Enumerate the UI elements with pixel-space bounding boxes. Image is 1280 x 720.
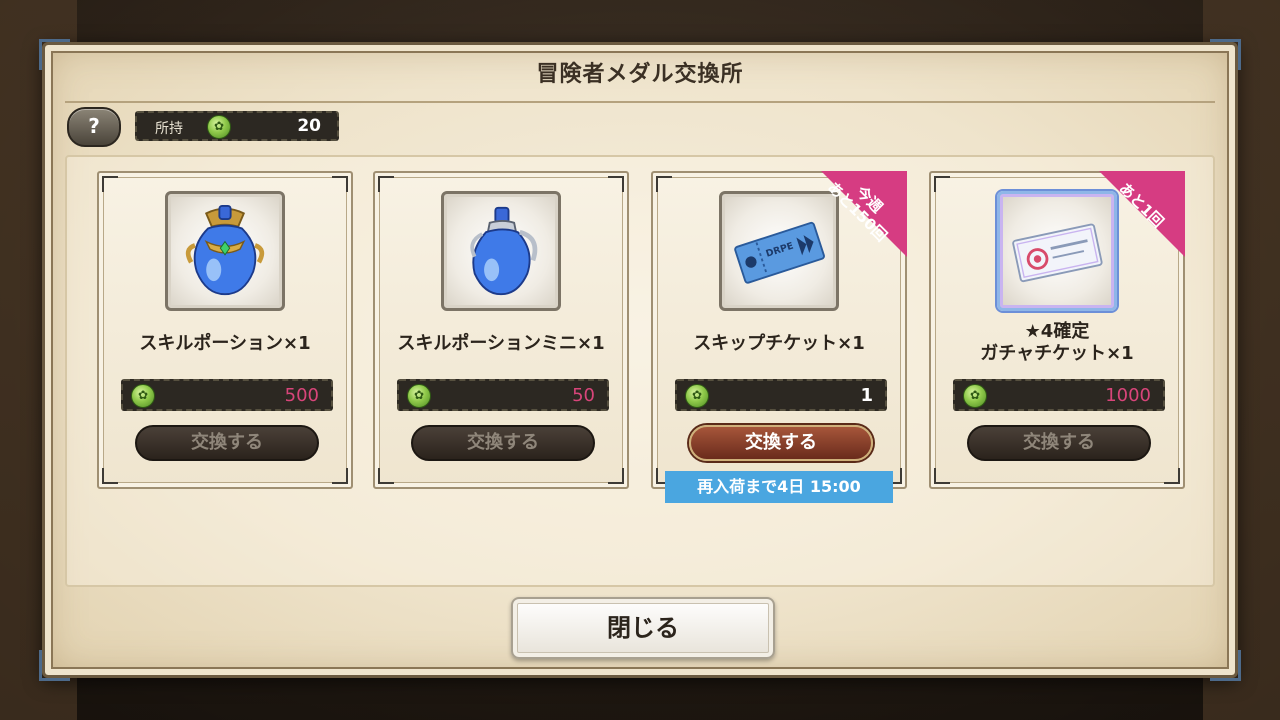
restock-timer-banner: 再入荷まで4日 15:00 (665, 471, 893, 503)
price-value: 50 (572, 385, 595, 406)
exchange-item-card: スキルポーション×1 ✿ 500 交換する (97, 171, 353, 489)
item-name-line: ガチャチケット×1 (980, 343, 1134, 364)
item-name-line: ★4確定 (1024, 321, 1090, 342)
price-value: 500 (284, 385, 319, 406)
skill-potion-mini-icon (441, 191, 561, 311)
dialog-title: 冒険者メダル交換所 (536, 62, 744, 87)
title-divider (65, 101, 1215, 103)
help-button[interactable]: ? (67, 107, 121, 147)
exchange-button[interactable]: 交換する (967, 425, 1151, 461)
item-price: ✿ 1 (675, 379, 887, 411)
exchange-button[interactable]: 交換する (135, 425, 319, 461)
remaining-ribbon: あと1回 (1095, 171, 1185, 261)
price-value: 1000 (1105, 385, 1151, 406)
exchange-item-card: あと1回 ★4確定 ガチャチケット×1 ✿ 1000 交換する (929, 171, 1185, 489)
owned-value: 20 (297, 116, 321, 136)
item-name: ★4確定 ガチャチケット×1 (931, 321, 1183, 365)
price-value: 1 (860, 385, 873, 406)
exchange-button[interactable]: 交換する (411, 425, 595, 461)
exchange-button[interactable]: 交換する (689, 425, 873, 461)
medal-icon: ✿ (207, 115, 231, 139)
close-button[interactable]: 閉じる (511, 597, 775, 659)
medal-exchange-dialog: 冒険者メダル交換所 ? 所持 ✿ 20 スキルポーション×1 ✿ 500 交換す… (39, 39, 1241, 681)
medal-icon: ✿ (407, 384, 431, 408)
item-name: スキルポーションミニ×1 (397, 333, 605, 354)
owned-label: 所持 (155, 121, 183, 137)
exchange-item-card: スキルポーションミニ×1 ✿ 50 交換する (373, 171, 629, 489)
item-price: ✿ 50 (397, 379, 609, 411)
item-price: ✿ 1000 (953, 379, 1165, 411)
medal-icon: ✿ (963, 384, 987, 408)
item-price: ✿ 500 (121, 379, 333, 411)
exchange-item-card: DRPE 今週 あと150回 スキップチケット×1 ✿ 1 交換する (651, 171, 907, 489)
medal-icon: ✿ (131, 384, 155, 408)
remaining-ribbon: 今週 あと150回 (817, 171, 907, 261)
owned-medals-display: 所持 ✿ 20 (135, 111, 339, 141)
frame-corner (39, 650, 70, 681)
skill-potion-icon (165, 191, 285, 311)
item-name: スキップチケット×1 (693, 333, 865, 354)
medal-icon: ✿ (685, 384, 709, 408)
item-name: スキルポーション×1 (139, 333, 311, 354)
frame-corner (1210, 650, 1241, 681)
